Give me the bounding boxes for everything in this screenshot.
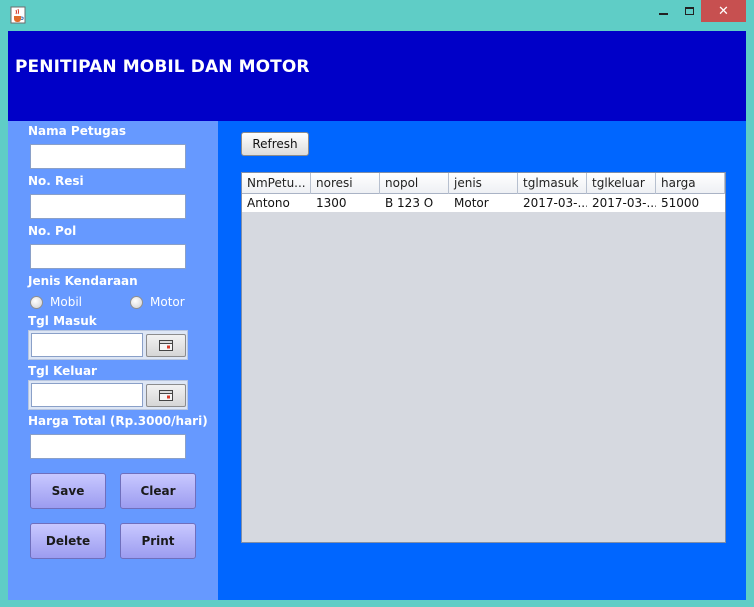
data-panel: Refresh NmPetu... noresi nopol jenis tgl… [218, 121, 746, 600]
calendar-icon [159, 340, 173, 351]
tgl-keluar-field[interactable] [31, 383, 143, 407]
data-table[interactable]: NmPetu... noresi nopol jenis tglmasuk tg… [241, 172, 726, 543]
column-header[interactable]: nopol [380, 173, 449, 194]
radio-button-icon [130, 295, 143, 309]
radio-mobil[interactable]: Mobil [30, 295, 82, 309]
page-title: PENITIPAN MOBIL DAN MOTOR [15, 57, 310, 77]
column-header[interactable]: jenis [449, 173, 518, 194]
java-cup-icon [10, 6, 26, 24]
header-banner: PENITIPAN MOBIL DAN MOTOR [8, 31, 746, 121]
tgl-keluar-calendar-button[interactable] [146, 384, 186, 407]
clear-button[interactable]: Clear [120, 473, 196, 509]
radio-motor-label: Motor [150, 295, 185, 309]
table-cell: 2017-03-... [592, 196, 656, 210]
radio-motor[interactable]: Motor [130, 295, 185, 309]
minimize-button[interactable] [650, 0, 676, 22]
app-window: ✕ PENITIPAN MOBIL DAN MOTOR Nama Petugas… [0, 0, 754, 607]
maximize-icon [684, 7, 694, 15]
radio-button-icon [30, 295, 43, 309]
tgl-masuk-label: Tgl Masuk [28, 314, 97, 328]
delete-button[interactable]: Delete [30, 523, 106, 559]
close-button[interactable]: ✕ [701, 0, 746, 22]
harga-total-field[interactable] [30, 434, 186, 459]
title-bar: ✕ [0, 0, 754, 30]
column-header[interactable]: NmPetu... [242, 173, 311, 194]
table-row[interactable]: Antono 1300 B 123 O Motor 2017-03-... 20… [242, 194, 725, 212]
column-header[interactable]: noresi [311, 173, 380, 194]
form-panel: Nama Petugas No. Resi No. Pol Jenis Kend… [8, 121, 218, 600]
table-cell: 2017-03-... [523, 196, 587, 210]
harga-total-label: Harga Total (Rp.3000/hari) [28, 414, 208, 428]
jenis-kendaraan-label: Jenis Kendaraan [28, 274, 138, 288]
column-header[interactable]: tglkeluar [587, 173, 656, 194]
save-button[interactable]: Save [30, 473, 106, 509]
no-pol-label: No. Pol [28, 224, 77, 238]
column-header[interactable]: harga [656, 173, 725, 194]
table-cell: 51000 [661, 196, 700, 210]
tgl-masuk-date-picker [28, 330, 188, 360]
table-cell: Motor [454, 196, 489, 210]
no-resi-field[interactable] [30, 194, 186, 219]
table-cell: Antono [247, 196, 290, 210]
close-icon: ✕ [718, 3, 729, 19]
table-cell: 1300 [316, 196, 347, 210]
tgl-masuk-field[interactable] [31, 333, 143, 357]
no-pol-field[interactable] [30, 244, 186, 269]
maximize-button[interactable] [676, 0, 702, 22]
nama-petugas-field[interactable] [30, 144, 186, 169]
minimize-icon [658, 13, 668, 15]
radio-mobil-label: Mobil [50, 295, 82, 309]
tgl-masuk-calendar-button[interactable] [146, 334, 186, 357]
tgl-keluar-label: Tgl Keluar [28, 364, 97, 378]
nama-petugas-label: Nama Petugas [28, 124, 126, 138]
column-header[interactable]: tglmasuk [518, 173, 587, 194]
calendar-icon [159, 390, 173, 401]
print-button[interactable]: Print [120, 523, 196, 559]
no-resi-label: No. Resi [28, 174, 84, 188]
table-header: NmPetu... noresi nopol jenis tglmasuk tg… [242, 173, 725, 194]
tgl-keluar-date-picker [28, 380, 188, 410]
table-cell: B 123 O [385, 196, 434, 210]
refresh-button[interactable]: Refresh [241, 132, 309, 156]
